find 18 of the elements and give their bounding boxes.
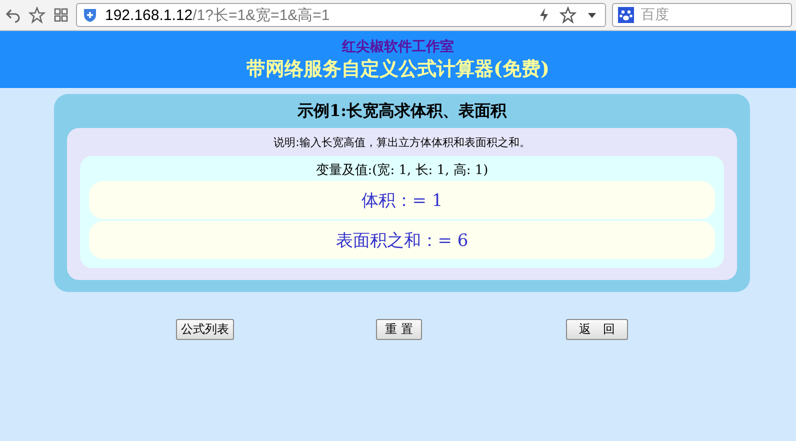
url-text: 192.168.1.12/1?长=1&宽=1&高=1 [105,6,331,24]
star-icon[interactable] [559,6,577,24]
star-icon[interactable] [28,6,46,24]
form-button[interactable]: 公式列表 [176,319,234,340]
studio-name: 红尖椒软件工作室 [342,38,454,56]
paw-icon [617,6,635,24]
address-bar[interactable]: 192.168.1.12/1?长=1&宽=1&高=1 [76,3,606,27]
search-placeholder: 百度 [641,6,669,24]
result-text: 表面积之和：= 6 [89,221,715,259]
form-button[interactable]: 重 置 [376,319,422,340]
form-button[interactable]: 返 回 [566,319,628,340]
shield-icon [81,6,99,24]
example-title: 示例1:长宽高求体积、表面积 [296,100,508,122]
result-text: 体积：= 1 [89,181,715,219]
description-text: 说明:输入长宽高值，算出立方体体积和表面积之和。 [272,135,532,151]
variables-text: 变量及值:(宽: 1, 长: 1, 高: 1) [314,162,490,179]
grid-icon[interactable] [52,6,70,24]
page-title: 带网络服务自定义公式计算器(免费) [246,56,550,82]
